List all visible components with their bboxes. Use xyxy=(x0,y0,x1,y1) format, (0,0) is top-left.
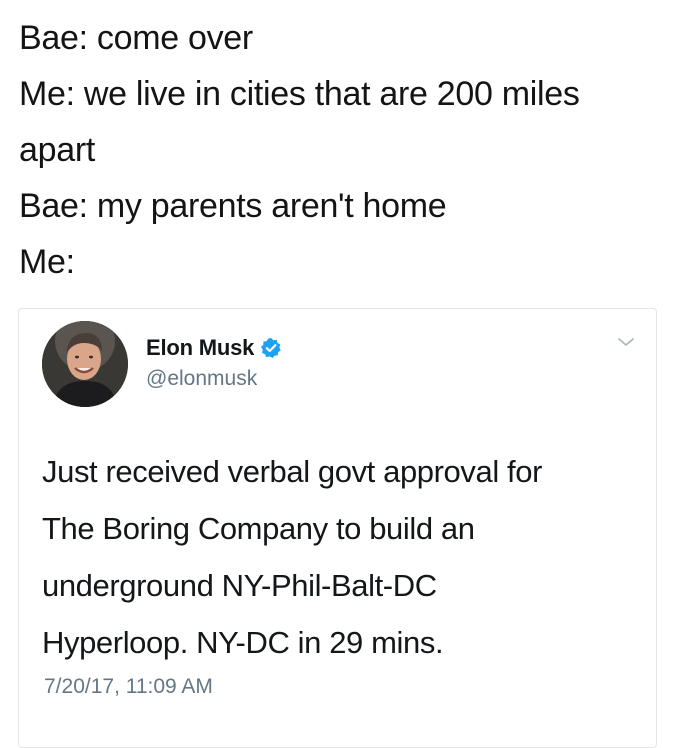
meme-caption: Bae: come over Me: we live in cities tha… xyxy=(19,10,669,290)
meme-line: Bae: my parents aren't home xyxy=(19,187,447,225)
embedded-tweet-card[interactable]: Elon Musk @elonmusk Just received verbal… xyxy=(18,308,657,748)
author-name[interactable]: Elon Musk xyxy=(146,335,254,361)
tweet-text-line: Hyperloop. NY-DC in 29 mins. xyxy=(42,625,444,660)
tweet-text-line: The Boring Company to build an xyxy=(42,511,475,546)
tweet-text: Just received verbal govt approval for T… xyxy=(42,443,642,671)
tweet-timestamp[interactable]: 7/20/17, 11:09 AM xyxy=(44,675,213,699)
author-handle[interactable]: @elonmusk xyxy=(146,367,257,391)
meme-line: apart xyxy=(19,131,95,169)
meme-line: Bae: come over xyxy=(19,19,253,57)
tweet-text-line: underground NY-Phil-Balt-DC xyxy=(42,568,437,603)
avatar[interactable] xyxy=(42,321,128,407)
tweet-text-line: Just received verbal govt approval for xyxy=(42,454,543,489)
meme-line: Me: xyxy=(19,243,75,281)
chevron-down-icon[interactable] xyxy=(616,335,636,349)
meme-line: Me: we live in cities that are 200 miles xyxy=(19,75,580,113)
author-name-row[interactable]: Elon Musk xyxy=(146,335,282,361)
verified-badge-icon xyxy=(260,337,282,359)
